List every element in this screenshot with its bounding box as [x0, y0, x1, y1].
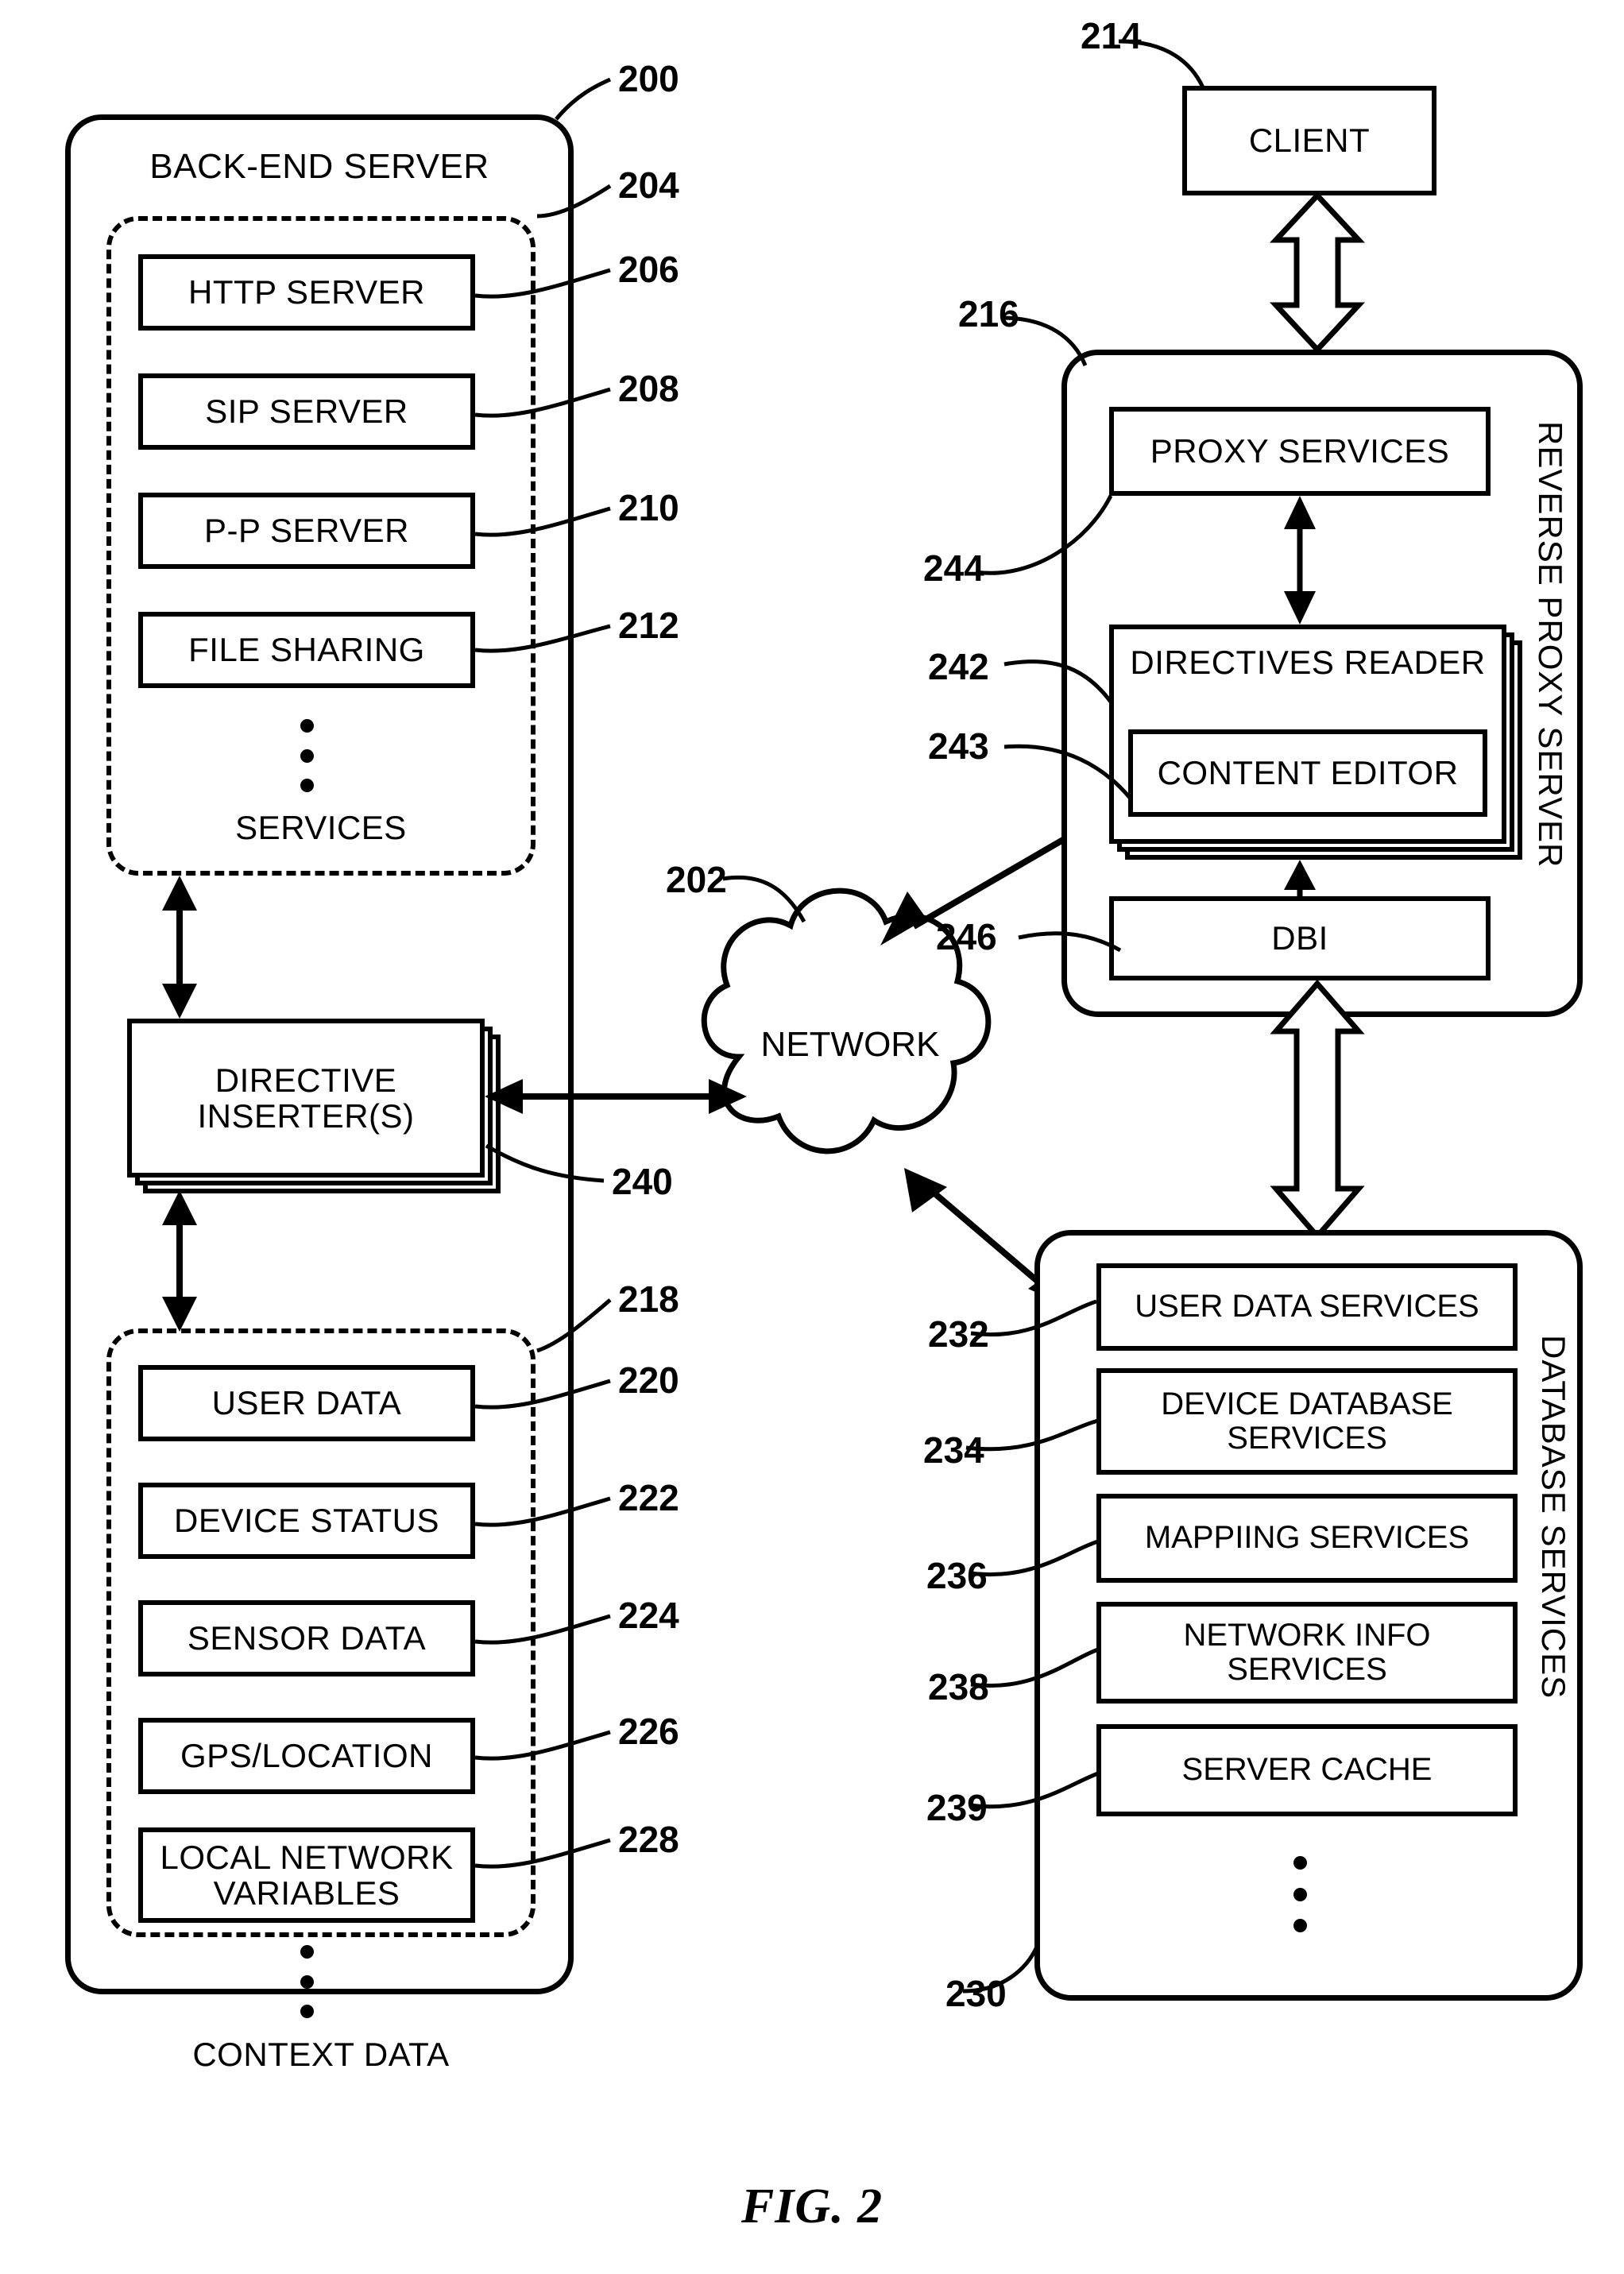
ref-number-239: 239 — [926, 1787, 988, 1828]
ref-number-232: 232 — [928, 1313, 989, 1355]
ref-number-226: 226 — [618, 1711, 679, 1752]
ref-number-212: 212 — [618, 605, 679, 646]
ref-number-214: 214 — [1081, 15, 1142, 56]
ref-number-234: 234 — [923, 1429, 984, 1471]
ref-number-206: 206 — [618, 249, 679, 290]
reverse-proxy-server-side-title: REVERSE PROXY SERVER — [1532, 421, 1569, 868]
hollow-arrow-dbi-to-database-services — [1270, 979, 1365, 1241]
ref-number-204: 204 — [618, 164, 679, 206]
ref-number-238: 238 — [928, 1666, 989, 1707]
proxy-services-box[interactable]: PROXY SERVICES — [1109, 407, 1491, 496]
ref-number-243: 243 — [928, 725, 989, 767]
ref-number-240: 240 — [612, 1161, 673, 1202]
figure-caption: FIG. 2 — [740, 2179, 884, 2233]
ref-number-224: 224 — [618, 1595, 679, 1636]
ref-number-246: 246 — [936, 916, 997, 957]
ref-number-218: 218 — [618, 1278, 679, 1320]
proxy-services-label: PROXY SERVICES — [1150, 432, 1450, 470]
ref-number-230: 230 — [945, 1973, 1007, 2014]
ref-number-202: 202 — [666, 859, 727, 900]
ref-number-228: 228 — [618, 1819, 679, 1860]
leader-line-243 — [1003, 744, 1131, 799]
database-services-side-title: DATABASE SERVICES — [1535, 1335, 1572, 1700]
hollow-arrow-client-to-reverse-proxy — [1269, 191, 1366, 354]
dbi-label: DBI — [1271, 919, 1328, 957]
ref-number-208: 208 — [618, 368, 679, 409]
ref-number-222: 222 — [618, 1477, 679, 1518]
content-editor-label: CONTENT EDITOR — [1157, 754, 1459, 792]
leader-lines-database-services — [962, 1299, 1099, 1994]
context-data-caption: CONTEXT DATA — [192, 2036, 450, 2073]
leader-line-242 — [1003, 659, 1115, 706]
network-label: NETWORK — [760, 1025, 940, 1064]
ref-number-244: 244 — [923, 547, 984, 589]
leader-lines-left — [474, 77, 612, 1869]
database-services-ellipsis-icon — [1293, 1856, 1307, 1932]
ref-number-242: 242 — [928, 646, 989, 687]
content-editor-box[interactable]: CONTENT EDITOR — [1128, 729, 1487, 817]
database-service-label: SERVER CACHE — [1181, 1752, 1433, 1788]
client-label: CLIENT — [1248, 122, 1371, 160]
ref-number-236: 236 — [926, 1555, 988, 1596]
leader-line-244 — [975, 494, 1113, 575]
directives-reader-label: DIRECTIVES READER — [1130, 644, 1486, 681]
ref-number-220: 220 — [618, 1359, 679, 1401]
ref-number-210: 210 — [618, 487, 679, 528]
patent-figure-sheet: BACK-END SERVER HTTP SERVER SIP SERVER P… — [0, 0, 1624, 2274]
arrow-directive-inserter-to-network — [485, 1079, 747, 1114]
leader-line-246 — [1018, 931, 1122, 953]
dbi-box[interactable]: DBI — [1109, 896, 1491, 980]
arrow-proxy-services-to-directives-reader — [1284, 496, 1316, 625]
ref-number-216: 216 — [958, 293, 1019, 335]
ref-number-200: 200 — [618, 58, 679, 99]
